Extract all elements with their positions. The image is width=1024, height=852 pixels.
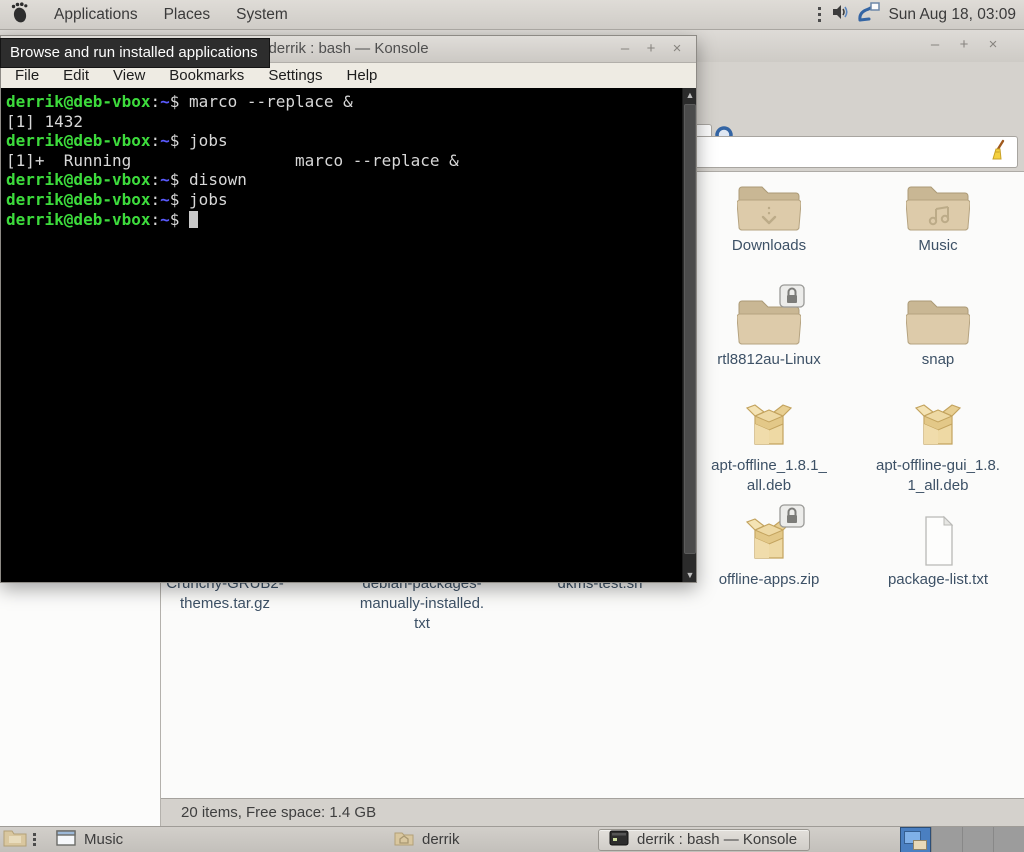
file-label: apt-offline_1.8.1_all.deb [689, 456, 849, 496]
terminal-scrollbar[interactable]: ▲ ▼ [682, 88, 696, 582]
file-Downloads[interactable]: Downloads [689, 180, 849, 256]
terminal-line: derrik@deb-vbox:~$ jobs [6, 131, 684, 151]
task-button-derrik[interactable]: derrik [384, 829, 574, 851]
folder-music-icon [906, 180, 970, 234]
minimize-button[interactable]: – [616, 40, 634, 58]
terminal-icon [609, 830, 629, 850]
panel-menu-places[interactable]: Places [156, 3, 219, 27]
panel-menu-system[interactable]: System [228, 3, 296, 27]
file-label: snap [858, 350, 1018, 370]
konsole-window[interactable]: derrik : bash — Konsole – + × FileEditVi… [0, 35, 697, 583]
notification-area-grip[interactable] [816, 7, 823, 22]
konsole-menu-bookmarks[interactable]: Bookmarks [169, 67, 244, 84]
file-label: offline-apps.zip [689, 570, 849, 590]
konsole-menu-view[interactable]: View [113, 67, 145, 84]
applications-menu-tooltip: Browse and run installed applications [0, 38, 270, 68]
home-folder-icon [394, 830, 414, 850]
workspace-4[interactable] [993, 827, 1024, 852]
konsole-window-controls: – + × [616, 40, 686, 58]
workspace-1[interactable] [900, 827, 931, 852]
workspace-2[interactable] [931, 827, 962, 852]
file-label: rtl8812au-Linux [689, 350, 849, 370]
clear-location-broom-icon[interactable] [989, 139, 1009, 166]
file-manager-statusbar: 20 items, Free space: 1.4 GB [161, 798, 1024, 826]
file-rtl8812au-Linux[interactable]: rtl8812au-Linux [689, 294, 849, 370]
konsole-menu-edit[interactable]: Edit [63, 67, 89, 84]
maximize-button[interactable]: + [642, 40, 660, 58]
folder-icon [737, 294, 801, 348]
workspace-window-thumb [913, 840, 927, 850]
taskbar-grip[interactable] [33, 833, 36, 846]
desktop: – + × [0, 0, 1024, 852]
konsole-menu-file[interactable]: File [15, 67, 39, 84]
file-package-list.txt[interactable]: package-list.txt [858, 514, 1018, 590]
file-offline-apps.zip[interactable]: offline-apps.zip [689, 514, 849, 590]
package-icon [737, 514, 801, 568]
file-label: Downloads [689, 236, 849, 256]
package-icon [737, 400, 801, 454]
bottom-taskbar: Music derrik derrik : bash — Konsole [0, 826, 1024, 852]
file-debian-packages-manually-installed.txt[interactable]: debian-packages-manually-installed.txt [337, 574, 507, 634]
file-manager-window-controls: – + × [926, 36, 1002, 54]
terminal-line: derrik@deb-vbox:~$ disown [6, 170, 684, 190]
volume-icon[interactable] [830, 2, 850, 27]
close-button[interactable]: × [984, 36, 1002, 54]
window-icon [56, 830, 76, 850]
task-label: Music [84, 831, 123, 848]
file-snap[interactable]: snap [858, 294, 1018, 370]
workspace-3[interactable] [962, 827, 993, 852]
package-icon [906, 400, 970, 454]
pen-swoosh-applet-icon[interactable] [857, 1, 881, 28]
clock[interactable]: Sun Aug 18, 03:09 [888, 6, 1016, 24]
konsole-menu-settings[interactable]: Settings [268, 67, 322, 84]
file-label: apt-offline-gui_1.8.1_all.deb [858, 456, 1018, 496]
gnome-foot-icon[interactable] [8, 0, 32, 29]
terminal-cursor [189, 211, 198, 228]
status-text: 20 items, Free space: 1.4 GB [161, 804, 376, 821]
file-apt-offline_1.8.1_all.deb[interactable]: apt-offline_1.8.1_all.deb [689, 400, 849, 496]
terminal-line: [1]+ Running marco --replace & [6, 151, 684, 171]
panel-menu-applications[interactable]: Applications [46, 3, 146, 27]
minimize-button[interactable]: – [926, 36, 944, 54]
terminal-output[interactable]: derrik@deb-vbox:~$ marco --replace &[1] … [1, 88, 684, 582]
close-button[interactable]: × [668, 40, 686, 58]
terminal-line: [1] 1432 [6, 112, 684, 132]
top-panel: Applications Places System Sun Aug 18, 03:… [0, 0, 1024, 30]
terminal-line: derrik@deb-vbox:~$ jobs [6, 190, 684, 210]
scrollbar-thumb[interactable] [684, 104, 696, 554]
file-browser-launcher-icon[interactable] [3, 827, 27, 852]
file-apt-offline-gui_1.8.1_all.deb[interactable]: apt-offline-gui_1.8.1_all.deb [858, 400, 1018, 496]
lock-emblem-icon [779, 284, 805, 313]
task-button-music[interactable]: Music [46, 829, 246, 851]
scroll-down-icon[interactable]: ▼ [683, 568, 697, 582]
maximize-button[interactable]: + [955, 36, 973, 54]
scroll-up-icon[interactable]: ▲ [683, 88, 697, 102]
file-Music[interactable]: Music [858, 180, 1018, 256]
konsole-menu-help[interactable]: Help [347, 67, 378, 84]
file-label: Music [858, 236, 1018, 256]
task-button-konsole[interactable]: derrik : bash — Konsole [598, 829, 810, 851]
task-label: derrik [422, 831, 460, 848]
folder-downloads-icon [737, 180, 801, 234]
file-label: package-list.txt [858, 570, 1018, 590]
terminal-line: derrik@deb-vbox:~$ [6, 210, 684, 230]
folder-icon [906, 294, 970, 348]
textfile-icon [906, 514, 970, 568]
workspace-switcher [900, 827, 1024, 852]
task-label: derrik : bash — Konsole [637, 831, 797, 848]
lock-emblem-icon [779, 504, 805, 533]
terminal-line: derrik@deb-vbox:~$ marco --replace & [6, 92, 684, 112]
